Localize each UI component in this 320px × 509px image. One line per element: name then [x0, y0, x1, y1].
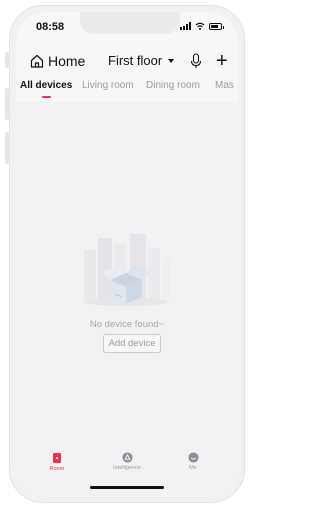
tab-all-devices[interactable]: All devices	[20, 80, 72, 91]
tab-living-room[interactable]: Living room	[82, 80, 134, 91]
battery-icon	[209, 22, 224, 30]
empty-state-message: No device found~	[89, 319, 165, 330]
add-icon[interactable]: +	[216, 51, 228, 71]
nav-me-label: Me	[189, 465, 197, 471]
me-icon	[187, 452, 199, 463]
home-icon[interactable]	[30, 54, 44, 68]
nav-room[interactable]: Room	[27, 452, 87, 472]
wifi-icon	[195, 22, 205, 30]
intelligence-icon	[121, 452, 133, 463]
room-tabs: All devices Living room Dining room Mas	[16, 80, 238, 102]
device-mockup: 08:58 Home First floor + All devices Liv…	[0, 0, 251, 509]
bottom-nav: Room Intelligence Me	[16, 452, 238, 496]
tab-dining-room[interactable]: Dining room	[146, 80, 200, 91]
chevron-down-icon[interactable]	[168, 59, 174, 63]
top-bar: Home First floor +	[16, 50, 238, 74]
status-icons	[180, 22, 224, 30]
room-icon	[53, 453, 61, 463]
add-device-button[interactable]: Add device	[103, 334, 161, 353]
nav-intelligence[interactable]: Intelligence	[97, 452, 157, 471]
tab-master-room[interactable]: Mas	[215, 80, 234, 91]
floor-selector[interactable]: First floor	[108, 53, 162, 68]
app-screen: 08:58 Home First floor + All devices Liv…	[16, 12, 238, 496]
signal-icon	[180, 22, 191, 30]
status-time: 08:58	[36, 21, 65, 33]
home-indicator	[90, 486, 164, 489]
empty-box-illustration	[84, 234, 170, 306]
active-tab-indicator	[42, 96, 51, 98]
nav-intelligence-label: Intelligence	[113, 465, 141, 471]
app-header: 08:58 Home First floor + All devices Liv…	[16, 12, 238, 102]
nav-room-label: Room	[49, 466, 65, 472]
microphone-icon[interactable]	[190, 53, 202, 69]
home-selector[interactable]: Home	[48, 53, 85, 69]
nav-me[interactable]: Me	[163, 452, 223, 471]
notch	[80, 12, 180, 34]
